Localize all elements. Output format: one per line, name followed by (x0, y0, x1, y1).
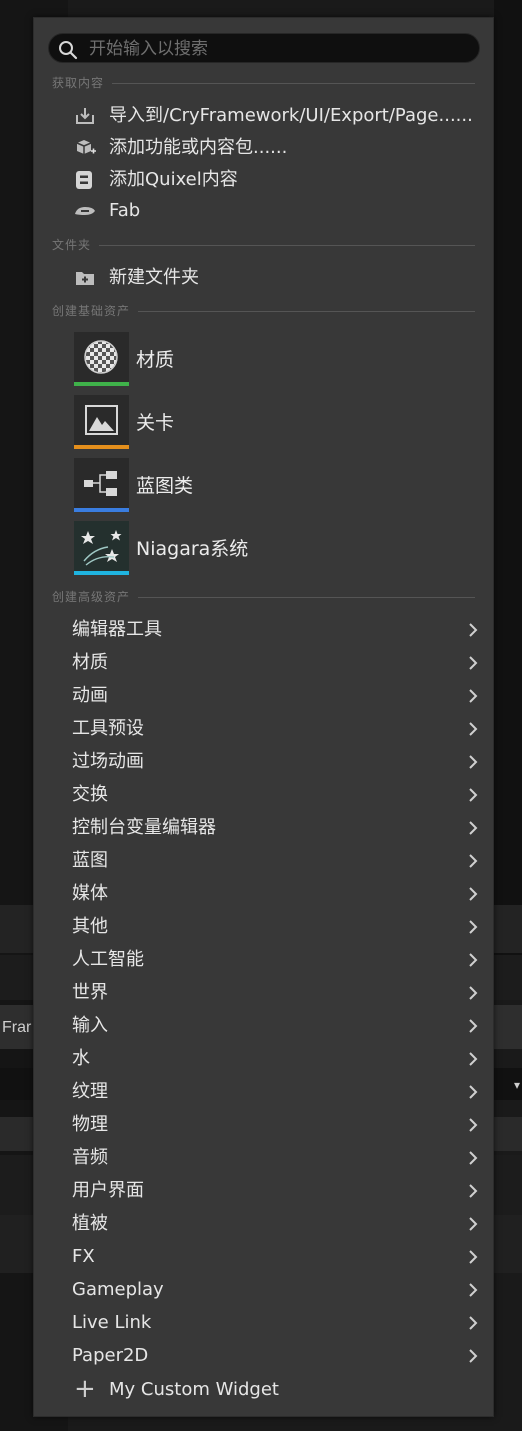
add-quixel-content-item[interactable]: 添加Quixel内容 (72, 167, 477, 193)
submenu-item[interactable]: 水 (72, 1044, 482, 1074)
chevron-right-icon (469, 953, 478, 967)
chevron-right-icon (469, 1118, 478, 1132)
chevron-right-icon (469, 887, 478, 901)
search-box[interactable] (48, 33, 480, 63)
submenu-item[interactable]: 人工智能 (72, 945, 482, 975)
search-icon (59, 41, 78, 60)
submenu-item[interactable]: 蓝图 (72, 846, 482, 876)
chevron-right-icon (469, 623, 478, 637)
submenu-item[interactable]: 工具预设 (72, 714, 482, 744)
add-feature-pack-item[interactable]: 添加功能或内容包...... (72, 135, 477, 161)
plus-icon: + (74, 1374, 96, 1404)
asset-color-bar (74, 508, 129, 512)
basic-asset-material[interactable]: 材质 (74, 332, 334, 388)
chevron-right-icon (469, 1316, 478, 1330)
material-icon (74, 332, 129, 382)
fab-item[interactable]: Fab (72, 198, 477, 224)
submenu-item[interactable]: 其他 (72, 912, 482, 942)
quixel-icon (76, 171, 92, 189)
chevron-right-icon (469, 656, 478, 670)
fab-icon (75, 207, 95, 215)
asset-color-bar (74, 445, 129, 449)
submenu-item[interactable]: 物理 (72, 1110, 482, 1140)
chevron-right-icon (469, 1085, 478, 1099)
submenu-item[interactable]: 动画 (72, 681, 482, 711)
add-content-menu: 获取内容 导入到/CryFramework/UI/Export/Page....… (33, 17, 494, 1417)
new-folder-icon (76, 272, 94, 285)
chevron-right-icon (469, 689, 478, 703)
chevron-right-icon (469, 821, 478, 835)
my-custom-widget-item[interactable]: + My Custom Widget (74, 1376, 374, 1404)
submenu-item[interactable]: 过场动画 (72, 747, 482, 777)
chevron-right-icon (469, 1250, 478, 1264)
basic-asset-level[interactable]: 关卡 (74, 395, 334, 451)
submenu-item[interactable]: 控制台变量编辑器 (72, 813, 482, 843)
submenu-item[interactable]: 媒体 (72, 879, 482, 909)
submenu-item[interactable]: Paper2D (72, 1341, 482, 1371)
chevron-right-icon (469, 755, 478, 769)
blueprint-icon (74, 458, 129, 508)
import-to-folder-item[interactable]: 导入到/CryFramework/UI/Export/Page...... (72, 103, 477, 129)
submenu-item[interactable]: 输入 (72, 1011, 482, 1041)
chevron-right-icon (469, 1151, 478, 1165)
search-input[interactable] (87, 36, 471, 62)
chevron-right-icon (469, 1283, 478, 1297)
submenu-item[interactable]: 植被 (72, 1209, 482, 1239)
section-header-advanced-assets: 创建高级资产 (52, 589, 475, 605)
basic-asset-blueprint-class[interactable]: 蓝图类 (74, 458, 334, 514)
chevron-right-icon (469, 1052, 478, 1066)
chevron-right-icon (469, 1217, 478, 1231)
section-header-folder: 文件夹 (52, 237, 475, 253)
basic-asset-niagara-system[interactable]: Niagara系统 (74, 521, 334, 577)
section-header-basic-assets: 创建基础资产 (52, 303, 475, 319)
feature-pack-icon (76, 140, 96, 154)
submenu-item[interactable]: 纹理 (72, 1077, 482, 1107)
submenu-item[interactable]: Live Link (72, 1308, 482, 1338)
submenu-item[interactable]: 交换 (72, 780, 482, 810)
chevron-down-icon: ▾ (513, 1078, 520, 1092)
chevron-right-icon (469, 1349, 478, 1363)
import-icon (76, 108, 94, 124)
level-icon (74, 395, 129, 445)
section-header-get-content: 获取内容 (52, 75, 475, 91)
chevron-right-icon (469, 722, 478, 736)
chevron-right-icon (469, 920, 478, 934)
submenu-item[interactable]: 编辑器工具 (72, 615, 482, 645)
niagara-icon (74, 521, 129, 571)
submenu-item[interactable]: FX (72, 1242, 482, 1272)
background-text-fragment: Frar (2, 1019, 32, 1036)
chevron-right-icon (469, 854, 478, 868)
submenu-item[interactable]: 材质 (72, 648, 482, 678)
chevron-right-icon (469, 1019, 478, 1033)
submenu-item[interactable]: 用户界面 (72, 1176, 482, 1206)
asset-color-bar (74, 571, 129, 575)
submenu-item[interactable]: Gameplay (72, 1275, 482, 1305)
chevron-right-icon (469, 1184, 478, 1198)
chevron-right-icon (469, 986, 478, 1000)
submenu-item[interactable]: 音频 (72, 1143, 482, 1173)
new-folder-item[interactable]: 新建文件夹 (72, 265, 477, 291)
editor-background-right (494, 0, 522, 955)
submenu-item[interactable]: 世界 (72, 978, 482, 1008)
asset-color-bar (74, 382, 129, 386)
chevron-right-icon (469, 788, 478, 802)
